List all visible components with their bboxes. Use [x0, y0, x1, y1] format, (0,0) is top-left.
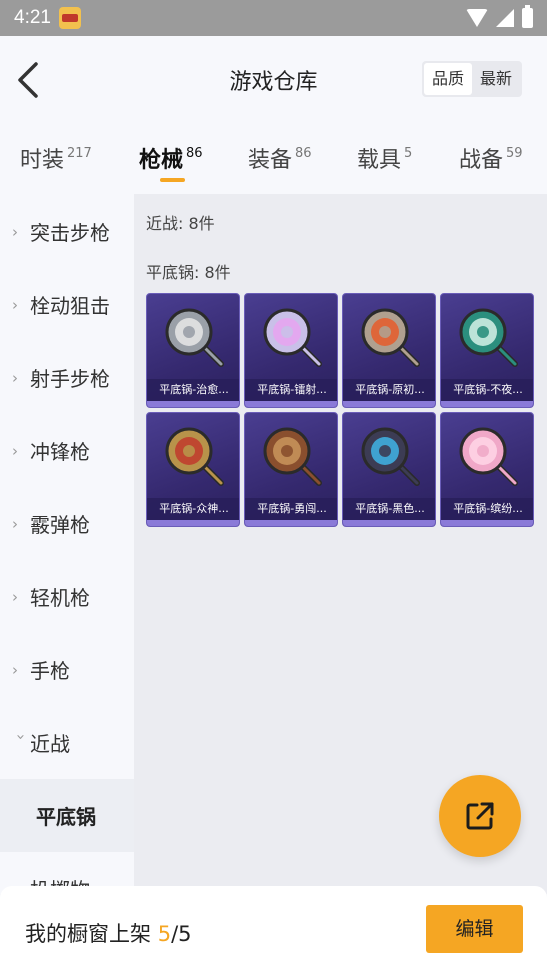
category-count-label: 近战: 8件 [146, 214, 215, 233]
item-name: 平底锅-不夜... [441, 379, 533, 401]
sidebar-subitem-frying-pan[interactable]: 平底锅 [0, 779, 134, 852]
tab-count: 86 [186, 146, 203, 161]
item-card[interactable]: 平底锅-众神... [146, 412, 240, 527]
frying-pan-image [343, 413, 435, 498]
battery-icon [522, 5, 533, 28]
sidebar-item-label: 平底锅 [36, 805, 96, 829]
rarity-bar [147, 520, 239, 526]
tab-vehicles[interactable]: 载具 5 [357, 142, 412, 174]
wifi-icon [466, 9, 488, 27]
rarity-bar [441, 401, 533, 407]
sidebar-item-pistol[interactable]: › 手枪 [0, 633, 134, 706]
edit-button[interactable]: 编辑 [426, 905, 523, 953]
item-card[interactable]: 平底锅-治愈... [146, 293, 240, 408]
tab-guns[interactable]: 枪械 86 [139, 142, 203, 174]
frying-pan-image [441, 294, 533, 379]
sidebar: › 突击步枪 › 栓动狙击 › 射手步枪 › 冲锋枪 › 霰弹枪 › 轻机枪 › 手枪 › 近战… [0, 194, 134, 894]
sidebar-item-marksman-rifle[interactable]: › 射手步枪 [0, 341, 134, 414]
category-tabs: 时装 217 枪械 86 装备 86 载具 5 战备 59 [0, 122, 547, 194]
showcase-label: 我的橱窗上架 [25, 922, 151, 946]
chevron-right-icon: › [12, 222, 18, 241]
item-card[interactable]: 平底锅-黑色... [342, 412, 436, 527]
tab-count: 5 [404, 146, 413, 161]
sort-by-newest[interactable]: 最新 [472, 63, 520, 95]
frying-pan-image [441, 413, 533, 498]
sidebar-item-label: 突击步枪 [30, 221, 110, 245]
frying-pan-image [245, 294, 337, 379]
item-name: 平底锅-缤纷... [441, 498, 533, 520]
bottom-bar: 我的橱窗上架 5/5 编辑 [0, 886, 547, 972]
sidebar-item-label: 轻机枪 [30, 586, 90, 610]
rarity-bar [245, 520, 337, 526]
status-bar: 4:21 [0, 0, 547, 36]
app-notification-icon [58, 7, 81, 29]
chevron-right-icon: › [12, 514, 18, 533]
chevron-down-icon: › [12, 733, 30, 740]
rarity-bar [245, 401, 337, 407]
rarity-bar [343, 401, 435, 407]
sidebar-item-melee[interactable]: › 近战 [0, 706, 134, 779]
showcase-current: 5 [157, 922, 172, 946]
showcase-total: 5 [178, 922, 192, 946]
chevron-left-icon [18, 62, 38, 98]
sidebar-item-label: 霰弹枪 [30, 513, 90, 537]
item-name: 平底锅-众神... [147, 498, 239, 520]
tab-fashion[interactable]: 时装 217 [20, 142, 92, 174]
active-tab-indicator [160, 178, 185, 182]
sidebar-item-label: 射手步枪 [30, 367, 110, 391]
chevron-right-icon: › [12, 587, 18, 606]
sidebar-item-label: 冲锋枪 [30, 440, 90, 464]
tab-equipment[interactable]: 装备 86 [248, 142, 312, 174]
sidebar-item-label: 栓动狙击 [30, 294, 110, 318]
back-button[interactable] [14, 60, 44, 100]
sidebar-item-label: 手枪 [30, 659, 70, 683]
share-icon [466, 802, 494, 830]
tab-label: 载具 [357, 148, 402, 173]
item-card[interactable]: 平底锅-原初... [342, 293, 436, 408]
item-card[interactable]: 平底锅-不夜... [440, 293, 534, 408]
chevron-right-icon: › [12, 660, 18, 679]
rarity-bar [147, 401, 239, 407]
header: 游戏仓库 品质 最新 [0, 36, 547, 122]
tab-label: 枪械 [139, 148, 184, 173]
tab-tactical-gear[interactable]: 战备 59 [459, 142, 523, 174]
status-time: 4:21 [14, 7, 51, 28]
frying-pan-image [147, 294, 239, 379]
subcategory-count-label: 平底锅: 8件 [146, 263, 231, 282]
chevron-right-icon: › [12, 441, 18, 460]
item-card[interactable]: 平底锅-镭射... [244, 293, 338, 408]
sidebar-item-shotgun[interactable]: › 霰弹枪 [0, 487, 134, 560]
item-name: 平底锅-治愈... [147, 379, 239, 401]
rarity-bar [441, 520, 533, 526]
tab-label: 战备 [459, 148, 504, 173]
tab-count: 59 [506, 146, 523, 161]
item-name: 平底锅-黑色... [343, 498, 435, 520]
frying-pan-image [245, 413, 337, 498]
sidebar-item-bolt-sniper[interactable]: › 栓动狙击 [0, 268, 134, 341]
sidebar-item-assault-rifle[interactable]: › 突击步枪 [0, 195, 134, 268]
item-name: 平底锅-镭射... [245, 379, 337, 401]
item-name: 平底锅-原初... [343, 379, 435, 401]
share-button[interactable] [439, 775, 521, 857]
frying-pan-image [147, 413, 239, 498]
sort-by-quality[interactable]: 品质 [423, 63, 472, 95]
tab-count: 217 [67, 146, 92, 161]
tab-count: 86 [295, 146, 312, 161]
tab-label: 时装 [20, 148, 65, 173]
sidebar-item-lmg[interactable]: › 轻机枪 [0, 560, 134, 633]
sidebar-item-label: 近战 [30, 732, 70, 756]
sort-toggle: 品质 最新 [421, 61, 522, 97]
tab-label: 装备 [248, 148, 293, 173]
item-name: 平底锅-勇闯... [245, 498, 337, 520]
item-card[interactable]: 平底锅-勇闯... [244, 412, 338, 527]
rarity-bar [343, 520, 435, 526]
status-indicators [466, 5, 533, 28]
showcase-status: 我的橱窗上架 5/5 [25, 918, 192, 948]
cell-signal-icon [496, 9, 514, 27]
chevron-right-icon: › [12, 368, 18, 387]
frying-pan-image [343, 294, 435, 379]
chevron-right-icon: › [12, 295, 18, 314]
sidebar-item-smg[interactable]: › 冲锋枪 [0, 414, 134, 487]
item-card[interactable]: 平底锅-缤纷... [440, 412, 534, 527]
